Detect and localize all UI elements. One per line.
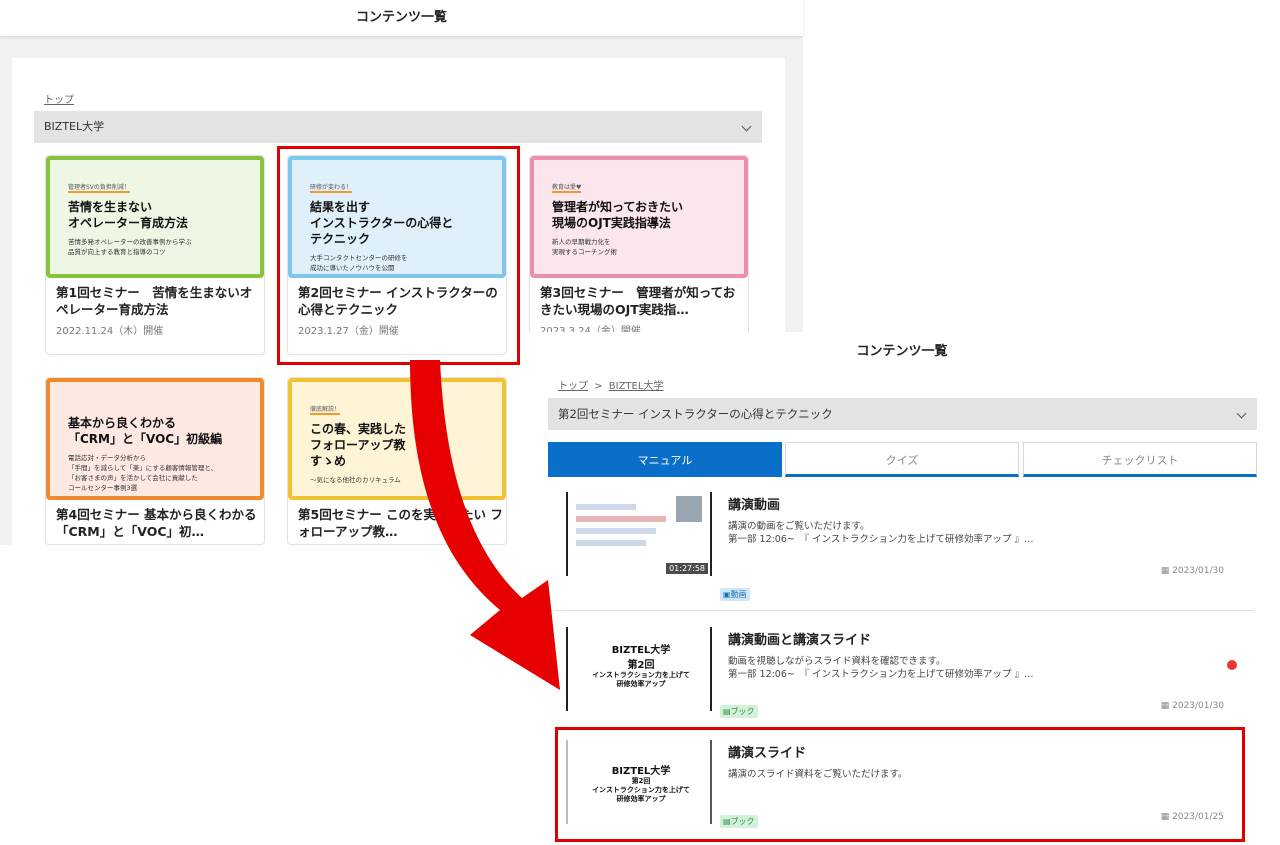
page-title: コンテンツ一覧 bbox=[0, 0, 803, 36]
thumb-title: 管理者が知っておきたい 現場のOJT実践指導法 bbox=[552, 200, 684, 230]
thumb-subtitle: 新人の早期戦力化を 実現するコーチング術 bbox=[552, 238, 617, 256]
seminar-card-5[interactable]: 徹底解説！ この春、実践した フォローアップ教 の すゝめ 〜気になる他社のカリ… bbox=[287, 377, 507, 545]
card-thumbnail: 基本から良くわかる 「CRM」と「VOC」初級編 電話応対・データ分析から 「手… bbox=[46, 378, 264, 500]
tab-manual[interactable]: マニュアル bbox=[548, 442, 782, 477]
item-description: 動画を視聴しながらスライド資料を確認できます。 第一部 12:06~ 『 インス… bbox=[728, 655, 1198, 681]
thumb-subtitle: 苦情多発オペレーターの改善事例から学ぶ 品質が向上する教育と指導のコツ bbox=[68, 238, 192, 256]
highlight-box-card-2 bbox=[277, 146, 520, 365]
badge-book: ▤ブック bbox=[720, 705, 758, 718]
breadcrumb-top-link[interactable]: トップ bbox=[558, 381, 588, 392]
card-title: 第4回セミナー 基本から良くわかる「CRM」と「VOC」初… bbox=[56, 507, 257, 539]
item-date: ▦ 2023/01/30 bbox=[1160, 566, 1224, 576]
tab-quiz[interactable]: クイズ bbox=[785, 442, 1019, 477]
item-desc-line: 動画を視聴しながらスライド資料を確認できます。 bbox=[728, 656, 946, 667]
category-select[interactable]: BIZTEL大学 bbox=[34, 111, 762, 143]
slide-line bbox=[576, 540, 646, 546]
screenshot-root: コンテンツ一覧 トップ BIZTEL大学 管理者SVの負担削減！ 苦情を生まない… bbox=[0, 0, 1280, 845]
card-thumbnail: 管理者SVの負担削減！ 苦情を生まない オペレーター育成方法 苦情多発オペレータ… bbox=[46, 156, 264, 278]
tab-checklist[interactable]: チェックリスト bbox=[1023, 442, 1257, 477]
breadcrumb-category-link[interactable]: BIZTEL大学 bbox=[609, 381, 664, 392]
thumb-tag: 徹底解説！ bbox=[310, 406, 341, 415]
item-date-value: 2023/01/30 bbox=[1172, 566, 1224, 576]
breadcrumb: トップ > BIZTEL大学 bbox=[558, 377, 663, 392]
thumb-tag: 管理者SVの負担削減！ bbox=[68, 184, 130, 193]
thumb-tag: 教育は愛♥ bbox=[552, 184, 582, 193]
item-title: 講演動画 bbox=[728, 498, 781, 513]
slide-line bbox=[576, 516, 666, 522]
item-date-value: 2023/01/30 bbox=[1172, 701, 1224, 711]
list-separator bbox=[554, 610, 1254, 611]
badge-video: ▣動画 bbox=[720, 588, 750, 601]
breadcrumb-separator: > bbox=[594, 381, 603, 392]
item-desc-line: 講演の動画をご覧いただけます。 bbox=[728, 521, 870, 532]
card-date: 2022.11.24（木）開催 bbox=[56, 326, 164, 337]
seminar-card-4[interactable]: 基本から良くわかる 「CRM」と「VOC」初級編 電話応対・データ分析から 「手… bbox=[45, 377, 265, 545]
thumb-subtitle: 〜気になる他社のカリキュラム bbox=[310, 476, 401, 484]
category-select-value: BIZTEL大学 bbox=[44, 120, 105, 133]
item-title: 講演動画と講演スライド bbox=[728, 633, 872, 648]
tab-bar: マニュアル クイズ チェックリスト bbox=[548, 442, 1257, 477]
content-select[interactable]: 第2回セミナー インストラクターの心得とテクニック bbox=[548, 398, 1257, 430]
thumb-title: 苦情を生まない オペレーター育成方法 bbox=[68, 200, 189, 230]
slide-subtitle: インストラクション力を上げて 研修効率アップ bbox=[592, 671, 690, 688]
content-detail-screen: コンテンツ一覧 トップ > BIZTEL大学 第2回セミナー インストラクターの… bbox=[524, 332, 1280, 845]
card-title: 第3回セミナー 管理者が知っておきたい現場のOJT実践指… bbox=[540, 285, 736, 317]
card-thumbnail: 徹底解説！ この春、実践した フォローアップ教 の すゝめ 〜気になる他社のカリ… bbox=[288, 378, 506, 500]
page-title: コンテンツ一覧 bbox=[524, 332, 1280, 372]
item-desc-line: 第一部 12:06~ 『 インストラクション力を上げて研修効率アップ 』… bbox=[728, 669, 1034, 680]
video-duration: 01:27:58 bbox=[666, 563, 708, 574]
item-description: 講演の動画をご覧いただけます。 第一部 12:06~ 『 インストラクション力を… bbox=[728, 520, 1198, 546]
highlight-box-slides bbox=[555, 727, 1245, 842]
list-item-video-slides[interactable]: BIZTEL大学 第2回 インストラクション力を上げて 研修効率アップ 講演動画… bbox=[554, 617, 1254, 733]
seminar-card-1[interactable]: 管理者SVの負担削減！ 苦情を生まない オペレーター育成方法 苦情多発オペレータ… bbox=[45, 155, 265, 355]
slide-number: 第2回 bbox=[627, 660, 655, 671]
list-item-video[interactable]: 01:27:58 講演動画 講演の動画をご覧いただけます。 第一部 12:06~… bbox=[554, 482, 1254, 601]
item-date: ▦ 2023/01/30 bbox=[1160, 701, 1224, 711]
breadcrumb-top-link[interactable]: トップ bbox=[44, 91, 74, 106]
thumb-subtitle: 電話応対・データ分析から 「手間」を減らして「楽」にする顧客情報管理と、 「お客… bbox=[68, 454, 218, 492]
chevron-down-icon bbox=[741, 121, 752, 132]
unread-dot bbox=[1227, 660, 1237, 670]
slide-line bbox=[576, 528, 656, 534]
thumb-title: 基本から良くわかる 「CRM」と「VOC」初級編 bbox=[68, 416, 223, 446]
slide-line bbox=[576, 504, 636, 510]
card-title: 第5回セミナー このを実践したい フォローアップ教… bbox=[298, 507, 503, 539]
card-title: 第1回セミナー 苦情を生まないオペレーター育成方法 bbox=[56, 285, 253, 317]
slide-text: BIZTEL大学 第2回 インストラクション力を上げて 研修効率アップ bbox=[578, 641, 704, 689]
slide-thumbnail: BIZTEL大学 第2回 インストラクション力を上げて 研修効率アップ bbox=[566, 627, 712, 711]
slide-title: BIZTEL大学 bbox=[611, 645, 671, 656]
content-select-value: 第2回セミナー インストラクターの心得とテクニック bbox=[558, 407, 833, 421]
video-thumbnail: 01:27:58 bbox=[566, 492, 712, 576]
badge-label: ブック bbox=[730, 707, 755, 716]
badge-label: 動画 bbox=[730, 590, 747, 599]
thumb-title: この春、実践した フォローアップ教 の すゝめ bbox=[310, 422, 430, 468]
speaker-video-inset bbox=[676, 496, 702, 522]
seminar-card-3[interactable]: 教育は愛♥ 管理者が知っておきたい 現場のOJT実践指導法 新人の早期戦力化を … bbox=[529, 155, 749, 355]
item-desc-line: 第一部 12:06~ 『 インストラクション力を上げて研修効率アップ 』… bbox=[728, 534, 1034, 545]
card-thumbnail: 教育は愛♥ 管理者が知っておきたい 現場のOJT実践指導法 新人の早期戦力化を … bbox=[530, 156, 748, 278]
chevron-down-icon bbox=[1236, 408, 1247, 419]
